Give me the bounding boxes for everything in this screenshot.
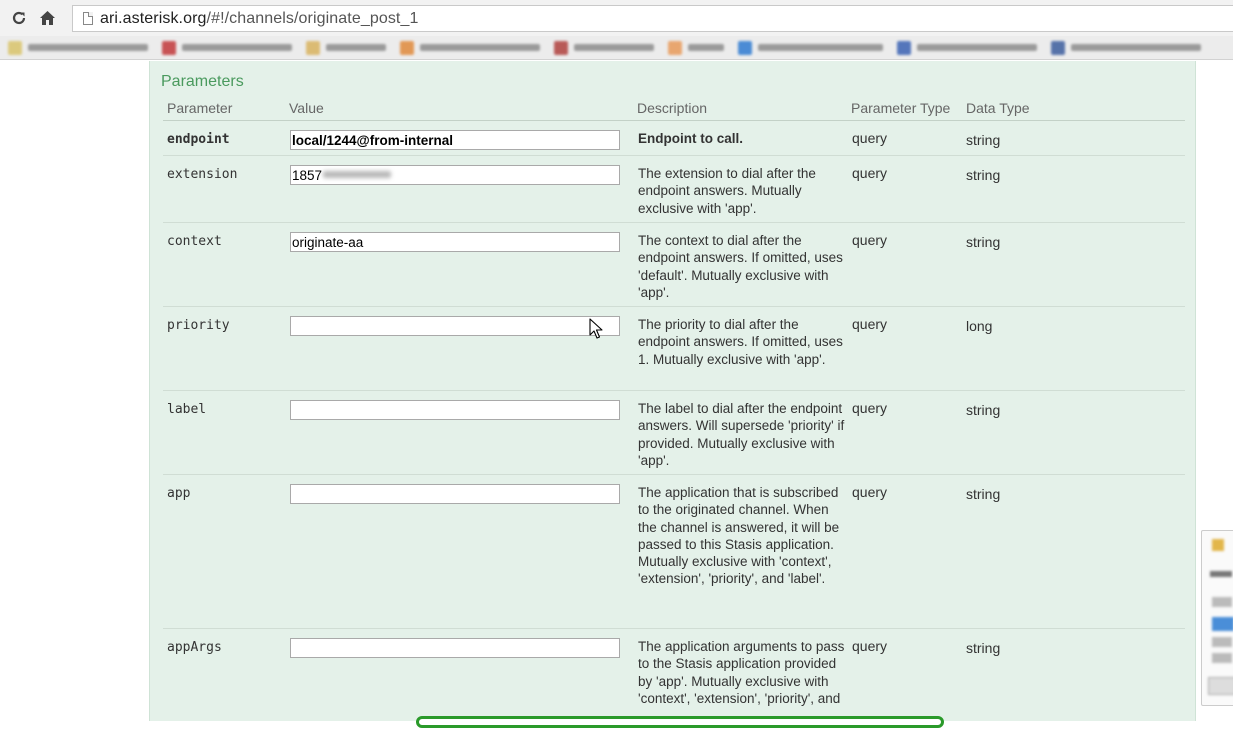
header-value: Value [289, 100, 324, 116]
param-type: query [852, 232, 888, 248]
try-it-out-button[interactable] [416, 716, 944, 728]
bookmark-item[interactable] [897, 40, 1037, 55]
url-path: /#!/channels/originate_post_1 [206, 9, 419, 27]
app-input[interactable] [290, 484, 620, 504]
header-description: Description [637, 100, 708, 116]
data-type: string [966, 234, 1001, 250]
param-name: app [167, 486, 191, 501]
param-name: endpoint [167, 132, 230, 147]
data-type: string [966, 640, 1001, 656]
param-row-label: label The label to dial after the endpoi… [163, 391, 1185, 475]
bookmark-item[interactable] [554, 40, 654, 55]
bookmark-item[interactable] [738, 40, 883, 55]
appargs-input[interactable] [290, 638, 620, 658]
home-icon[interactable] [36, 7, 58, 29]
data-type: string [966, 486, 1001, 502]
param-type: query [852, 316, 888, 332]
redacted-text [323, 171, 391, 178]
floating-widget[interactable] [1201, 530, 1233, 706]
param-type: query [852, 165, 888, 181]
param-type: query [852, 638, 888, 654]
param-description: The extension to dial after the endpoint… [638, 166, 816, 216]
param-type: query [852, 400, 888, 416]
param-description: The priority to dial after the endpoint … [638, 317, 843, 367]
param-description: The context to dial after the endpoint a… [638, 233, 843, 300]
mouse-cursor-icon [589, 318, 603, 345]
param-name: appArgs [167, 640, 222, 655]
parameters-panel: Parameters Parameter Value Description P… [149, 61, 1196, 721]
param-description: The application arguments to pass to the… [638, 639, 845, 706]
endpoint-input[interactable] [290, 130, 620, 150]
param-description: Endpoint to call. [638, 131, 743, 146]
param-row-context: context The context to dial after the en… [163, 223, 1185, 307]
parameters-title: Parameters [161, 73, 244, 90]
data-type: string [966, 402, 1001, 418]
param-row-app: app The application that is subscribed t… [163, 475, 1185, 629]
param-description: The label to dial after the endpoint ans… [638, 401, 845, 468]
param-type: query [852, 130, 888, 146]
param-name: extension [167, 167, 238, 182]
param-name: label [167, 402, 207, 417]
header-parameter-type: Parameter Type [851, 100, 951, 116]
param-row-extension: extension The extension to dial after th… [163, 156, 1185, 223]
header-parameter: Parameter [167, 100, 233, 116]
bookmark-item[interactable] [162, 40, 292, 55]
page-icon [83, 12, 93, 25]
param-description: The application that is subscribed to th… [638, 485, 840, 587]
url-text: ari.asterisk.org/#!/channels/originate_p… [100, 10, 418, 28]
data-type: long [966, 318, 993, 334]
bookmark-item[interactable] [400, 40, 540, 55]
browser-toolbar: ari.asterisk.org/#!/channels/originate_p… [0, 0, 1233, 36]
param-name: context [167, 234, 222, 249]
header-data-type: Data Type [966, 100, 1030, 116]
bookmark-item[interactable] [1051, 40, 1201, 55]
bookmark-item[interactable] [668, 40, 724, 55]
param-type: query [852, 484, 888, 500]
param-row-priority: priority The priority to dial after the … [163, 307, 1185, 391]
reload-icon[interactable] [8, 7, 30, 29]
data-type: string [966, 132, 1001, 148]
address-bar[interactable]: ari.asterisk.org/#!/channels/originate_p… [72, 5, 1233, 32]
bookmark-item[interactable] [8, 40, 148, 55]
param-name: priority [167, 318, 230, 333]
bookmark-item[interactable] [306, 40, 386, 55]
data-type: string [966, 167, 1001, 183]
label-input[interactable] [290, 400, 620, 420]
param-row-endpoint: endpoint Endpoint to call. query string [163, 121, 1185, 156]
bookmarks-bar [0, 36, 1233, 60]
priority-input[interactable] [290, 316, 620, 336]
context-input[interactable] [290, 232, 620, 252]
url-host: ari.asterisk.org [100, 9, 207, 27]
